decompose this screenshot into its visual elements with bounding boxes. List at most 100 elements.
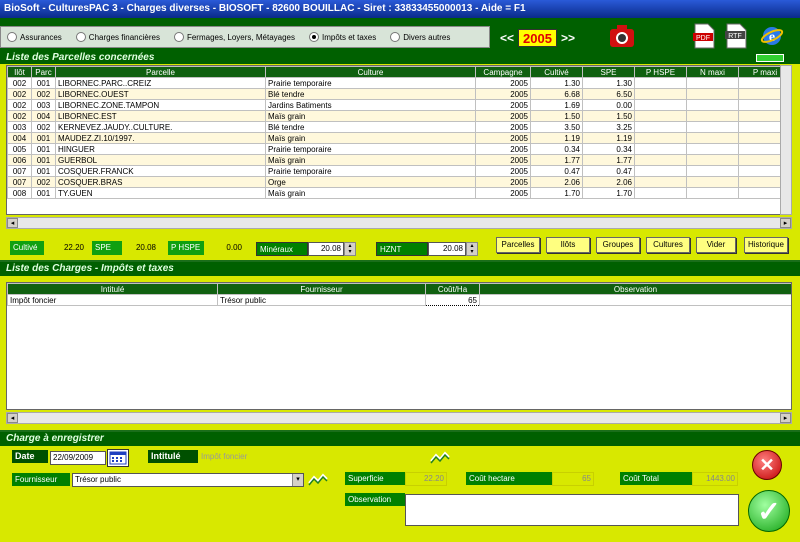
column-header[interactable]: N maxi: [686, 66, 739, 78]
table-cell: 002: [31, 121, 56, 133]
radio-icon[interactable]: [390, 32, 401, 42]
parcelles-vscroll[interactable]: [780, 65, 792, 215]
fournisseur-lookup-icon[interactable]: [308, 473, 328, 489]
table-cell: 008: [7, 187, 32, 199]
button-parcelles[interactable]: Parcelles: [496, 237, 540, 253]
form-header-bar: [0, 432, 800, 446]
validate-button[interactable]: ✓: [748, 490, 790, 532]
table-row[interactable]: Impôt foncier Trésor public 65: [7, 294, 791, 306]
table-row[interactable]: 002 001 LIBORNEC.PARC..CREIZ Prairie tempor…: [7, 77, 785, 89]
table-cell: 006: [7, 154, 32, 166]
tab-4[interactable]: Divers autres: [390, 32, 450, 42]
table-row[interactable]: 007 001 COSQUER.FRANCK Prairie temporaire 20…: [7, 165, 785, 177]
mineraux-spinner[interactable]: ▴ ▾: [344, 242, 356, 256]
table-cell: 2005: [475, 77, 531, 89]
tab-label: Divers autres: [403, 32, 451, 42]
charges-hscroll[interactable]: ◂ ▸: [6, 412, 792, 424]
table-cell: 1.77: [530, 154, 583, 166]
observation-label: Observation: [345, 493, 405, 506]
table-cell: [686, 187, 739, 199]
table-cell: 2005: [475, 165, 531, 177]
table-cell: [738, 110, 785, 122]
button-ilts[interactable]: Ilôts: [546, 237, 590, 253]
column-header[interactable]: Ilôt: [7, 66, 32, 78]
table-cell: Maïs grain: [265, 187, 476, 199]
radio-icon[interactable]: [7, 32, 17, 42]
scroll-right-icon[interactable]: ▸: [780, 218, 791, 228]
button-vider[interactable]: Vider: [696, 237, 736, 253]
parcelles-hscroll[interactable]: ◂ ▸: [6, 217, 792, 229]
date-input[interactable]: 22/09/2009: [50, 451, 106, 465]
prev-year-button[interactable]: <<: [500, 31, 514, 45]
table-cell: 001: [31, 77, 56, 89]
table-cell: [738, 165, 785, 177]
tab-3[interactable]: Impôts et taxes: [309, 32, 376, 42]
button-groupes[interactable]: Groupes: [596, 237, 640, 253]
scroll-right-icon[interactable]: ▸: [780, 413, 791, 423]
table-cell: [686, 110, 739, 122]
table-cell: [634, 77, 687, 89]
tab-2[interactable]: Fermages, Loyers, Métayages: [173, 32, 295, 42]
table-cell: LIBORNEC.OUEST: [55, 88, 266, 100]
radio-icon[interactable]: [173, 32, 184, 42]
table-cell: [479, 294, 791, 306]
pdf-export-icon[interactable]: PDF: [690, 22, 718, 50]
radio-icon[interactable]: [75, 32, 86, 42]
table-row[interactable]: 002 003 LIBORNEC.ZONE.TAMPON Jardins Batime…: [7, 99, 785, 111]
column-header[interactable]: Coût/Ha: [425, 283, 480, 295]
radio-icon[interactable]: [309, 32, 319, 42]
table-row[interactable]: 004 001 MAUDEZ.ZI.10/1997. Maïs grain 2005 1.…: [7, 132, 785, 144]
button-cultures[interactable]: Cultures: [646, 237, 690, 253]
button-historique[interactable]: Historique: [744, 237, 788, 253]
table-row[interactable]: 002 004 LIBORNEC.EST Maïs grain 2005 1.50 1.50: [7, 110, 785, 122]
column-header[interactable]: Parcelle: [55, 66, 266, 78]
table-cell: 65: [425, 294, 480, 306]
table-cell: 002: [7, 99, 32, 111]
camera-icon[interactable]: [608, 22, 636, 50]
table-cell: 001: [31, 154, 56, 166]
table-cell: 2005: [475, 187, 531, 199]
parcelles-title: Liste des Parcelles concernées: [6, 52, 155, 63]
column-header[interactable]: Intitulé: [7, 283, 218, 295]
internet-explorer-icon[interactable]: e: [758, 22, 786, 50]
charges-title: Liste des Charges - Impôts et taxes: [6, 263, 174, 274]
column-header[interactable]: Fournisseur: [217, 283, 426, 295]
column-header[interactable]: SPE: [582, 66, 635, 78]
cancel-button[interactable]: ✕: [752, 450, 782, 480]
table-row[interactable]: 008 001 TY.GUEN Maïs grain 2005 1.70 1.70: [7, 187, 785, 199]
column-header[interactable]: Parc: [31, 66, 56, 78]
scroll-left-icon[interactable]: ◂: [7, 218, 18, 228]
column-header[interactable]: Culture: [265, 66, 476, 78]
scroll-left-icon[interactable]: ◂: [7, 413, 18, 423]
table-cell: KERNEVEZ.JAUDY..CULTURE.: [55, 121, 266, 133]
column-header[interactable]: P HSPE: [634, 66, 687, 78]
table-cell: [686, 132, 739, 144]
column-header[interactable]: P maxi: [738, 66, 785, 78]
table-cell: 1.19: [530, 132, 583, 144]
tab-0[interactable]: Assurances: [7, 32, 62, 42]
rtf-export-icon[interactable]: RTF: [722, 22, 750, 50]
tab-label: Charges financières: [88, 32, 160, 42]
column-header[interactable]: Campagne: [475, 66, 531, 78]
table-cell: 1.19: [582, 132, 635, 144]
hznt-spinner[interactable]: ▴ ▾: [466, 242, 478, 256]
fournisseur-select[interactable]: Trésor public ▾: [72, 473, 304, 487]
table-row[interactable]: 003 002 KERNEVEZ.JAUDY..CULTURE. Blé tendre…: [7, 121, 785, 133]
tab-1[interactable]: Charges financières: [75, 32, 160, 42]
table-cell: [686, 154, 739, 166]
next-year-button[interactable]: >>: [561, 31, 575, 45]
intitule-input[interactable]: Impôt foncier: [199, 451, 425, 465]
calendar-icon[interactable]: [107, 449, 129, 467]
table-cell: Prairie temporaire: [265, 165, 476, 177]
intitule-lookup-icon[interactable]: [430, 451, 450, 467]
table-row[interactable]: 007 002 COSQUER.BRAS Orge 2005 2.06 2.06: [7, 176, 785, 188]
column-header[interactable]: Cultivé: [530, 66, 583, 78]
chevron-down-icon[interactable]: ▾: [292, 474, 303, 486]
column-header[interactable]: Observation: [479, 283, 791, 295]
table-row[interactable]: 005 001 HINGUER Prairie temporaire 2005 0.34 0…: [7, 143, 785, 155]
table-cell: 1.30: [582, 77, 635, 89]
observation-textarea[interactable]: [405, 494, 739, 526]
table-cell: [634, 176, 687, 188]
table-row[interactable]: 002 002 LIBORNEC.OUEST Blé tendre 2005 6.68 6.…: [7, 88, 785, 100]
table-row[interactable]: 006 001 GUERBOL Maïs grain 2005 1.77 1.77: [7, 154, 785, 166]
